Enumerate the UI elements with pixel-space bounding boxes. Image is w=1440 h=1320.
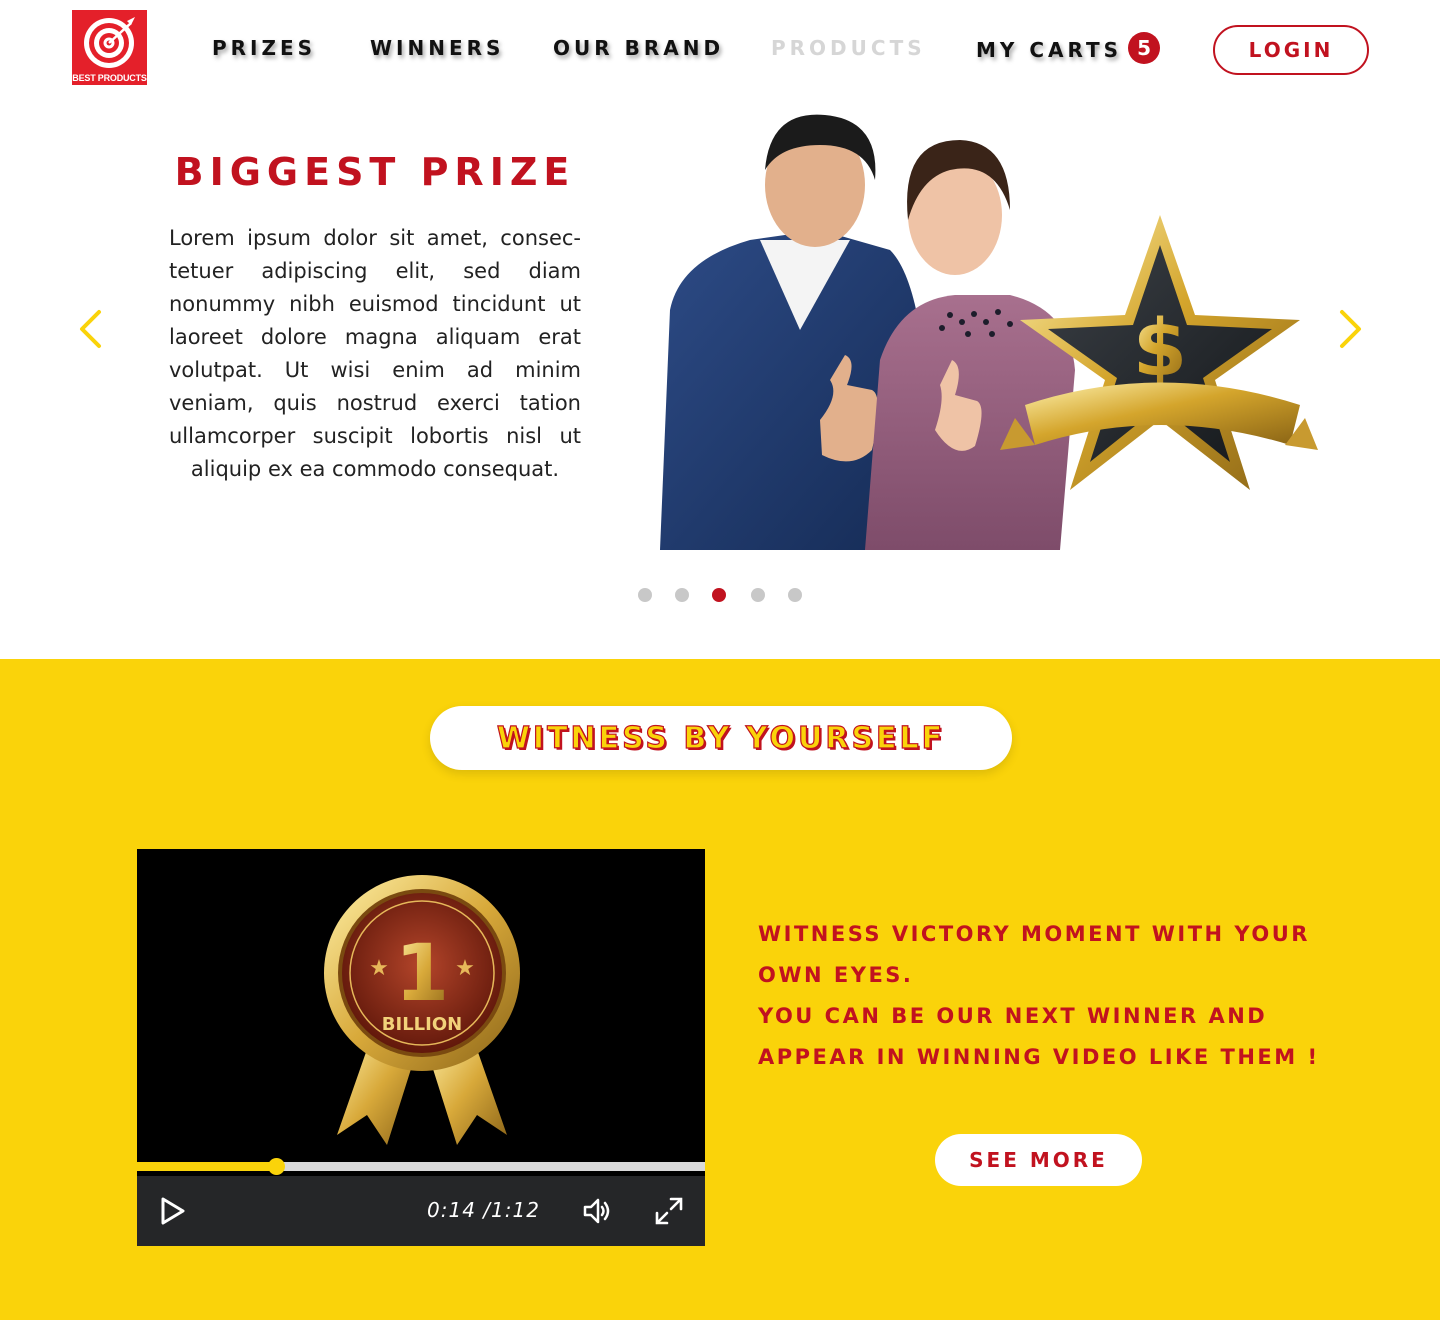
- hero-title: BIGGEST PRIZE: [174, 150, 576, 194]
- login-button[interactable]: LOGIN: [1213, 25, 1369, 75]
- see-more-button[interactable]: SEE MORE: [935, 1134, 1142, 1186]
- play-icon: [161, 1197, 185, 1225]
- witness-line-3: YOU CAN BE OUR NEXT WINNER AND: [758, 1004, 1268, 1028]
- chevron-right-icon: [1340, 310, 1361, 348]
- carousel-prev-button[interactable]: [72, 306, 112, 352]
- nav-prizes[interactable]: PRIZES: [212, 36, 316, 60]
- carousel-dot-5[interactable]: [788, 588, 802, 602]
- fullscreen-button[interactable]: [654, 1196, 684, 1231]
- carousel-dot-1[interactable]: [638, 588, 652, 602]
- nav-winners[interactable]: WINNERS: [370, 36, 504, 60]
- cart-count-badge: 5: [1128, 32, 1161, 64]
- witness-description: WITNESS VICTORY MOMENT WITH YOUR OWN EYE…: [758, 914, 1398, 1078]
- fullscreen-icon: [655, 1197, 683, 1225]
- play-button[interactable]: [159, 1196, 187, 1231]
- svg-text:$: $: [1133, 304, 1187, 394]
- carousel-next-button[interactable]: [1330, 306, 1370, 352]
- volume-icon: [583, 1198, 610, 1224]
- medal-label: BILLION: [382, 1014, 462, 1035]
- witness-section: WITNESS BY YOURSELF 1 ★ ★ BILLION 0:14 /…: [0, 659, 1440, 1320]
- video-controls: 0:14 /1:12: [137, 1176, 705, 1246]
- video-time: 0:14 /1:12: [427, 1198, 540, 1222]
- nav-my-carts-label: MY CARTS: [976, 38, 1123, 62]
- nav-products[interactable]: PRODUCTS: [771, 36, 926, 60]
- billion-medal-image: 1 ★ ★ BILLION: [324, 875, 520, 1145]
- carousel-dot-4[interactable]: [751, 588, 765, 602]
- brand-logo[interactable]: BEST PRODUCTS: [72, 10, 147, 85]
- medal-number: 1: [395, 929, 449, 1019]
- logo-text: BEST PRODUCTS: [72, 73, 147, 83]
- video-current-time: 0:14: [427, 1198, 476, 1222]
- nav-my-carts[interactable]: MY CARTS 5: [976, 32, 1161, 64]
- witness-line-2: OWN EYES.: [758, 963, 914, 987]
- svg-text:★: ★: [369, 955, 389, 980]
- svg-text:★: ★: [455, 955, 475, 980]
- witness-heading-pill: WITNESS BY YOURSELF: [430, 706, 1012, 770]
- hero-description: Lorem ipsum dolor sit amet, consec­tetue…: [169, 226, 581, 481]
- carousel-pagination: [0, 588, 1440, 604]
- video-duration: /1:12: [483, 1198, 540, 1222]
- volume-button[interactable]: [582, 1196, 612, 1231]
- video-progress-fill: [137, 1162, 277, 1171]
- hero-winners-image: $: [660, 114, 1318, 550]
- witness-line-1: WITNESS VICTORY MOMENT WITH YOUR: [758, 922, 1310, 946]
- witness-line-4: APPEAR IN WINNING VIDEO LIKE THEM !: [758, 1045, 1320, 1069]
- target-icon: [84, 17, 135, 68]
- witness-heading: WITNESS BY YOURSELF: [496, 720, 946, 756]
- carousel-dot-2[interactable]: [675, 588, 689, 602]
- video-progress-bar[interactable]: [137, 1158, 705, 1175]
- nav-our-brand[interactable]: OUR BRAND: [553, 36, 724, 60]
- video-progress-handle[interactable]: [268, 1158, 286, 1175]
- carousel-dot-3[interactable]: [712, 588, 726, 602]
- chevron-left-icon: [80, 310, 101, 348]
- video-player[interactable]: 1 ★ ★ BILLION 0:14 /1:12: [137, 849, 705, 1246]
